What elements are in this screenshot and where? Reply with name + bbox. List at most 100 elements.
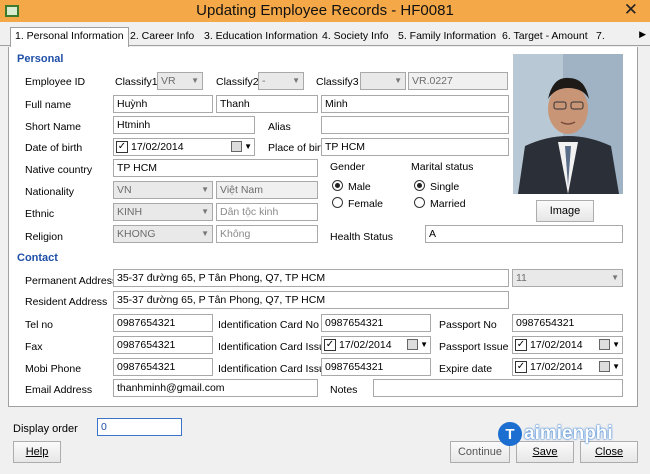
classify3-select[interactable]: ▼	[360, 72, 406, 90]
idcard-place-field[interactable]: 0987654321	[321, 358, 431, 376]
close-window-icon[interactable]: ✕	[624, 0, 638, 20]
last-name-field[interactable]: Huỳnh	[113, 95, 213, 113]
ethnic-label: Ethnic	[25, 208, 55, 220]
calendar-icon[interactable]	[599, 339, 610, 350]
tel-field[interactable]: 0987654321	[113, 314, 213, 332]
idcard-place-label: Identification Card Issue Place	[218, 363, 322, 375]
dob-label: Date of birth	[25, 142, 83, 154]
gender-male-label: Male	[348, 181, 371, 193]
religion-select[interactable]: KHONG ▼	[113, 225, 213, 243]
employee-id-field[interactable]: VR.0227	[408, 72, 508, 90]
passport-issue-label: Passport Issue Da	[439, 341, 513, 353]
fax-label: Fax	[25, 341, 43, 353]
idcard-issue-picker[interactable]: ✓ 17/02/2014 ▼	[321, 336, 431, 354]
resident-address-field[interactable]: 35-37 đường 65, P Tân Phong, Q7, TP HCM	[113, 291, 509, 309]
ethnic-select[interactable]: KINH ▼	[113, 203, 213, 221]
permanent-address-field[interactable]: 35-37 đường 65, P Tân Phong, Q7, TP HCM	[113, 269, 509, 287]
short-name-label: Short Name	[25, 121, 82, 133]
ethnic-name-field[interactable]: Dân tộc kinh	[216, 203, 318, 221]
marital-married-radio[interactable]	[414, 197, 425, 208]
calendar-icon[interactable]	[231, 141, 242, 152]
resident-address-label: Resident Address	[25, 296, 108, 308]
tab-bar: 1. Personal Information 2. Career Info 3…	[0, 26, 650, 47]
classify1-label: Classify1	[115, 76, 158, 88]
expire-label: Expire date	[439, 363, 493, 375]
idcard-label: Identification Card No	[218, 319, 319, 331]
classify2-select[interactable]: - ▼	[258, 72, 304, 90]
gender-female-label: Female	[348, 198, 384, 210]
chevron-down-icon[interactable]: ▼	[612, 359, 620, 375]
tab-career-info[interactable]: 2. Career Info	[126, 28, 198, 46]
permanent-area-select[interactable]: 11 ▼	[512, 269, 623, 287]
gender-female-radio[interactable]	[332, 197, 343, 208]
mobi-field[interactable]: 0987654321	[113, 358, 213, 376]
notes-label: Notes	[330, 384, 358, 396]
permanent-address-label: Permanent Address	[25, 275, 118, 287]
passport-field[interactable]: 0987654321	[512, 314, 623, 332]
display-order-label: Display order	[13, 423, 78, 435]
passport-issue-picker[interactable]: ✓ 17/02/2014 ▼	[512, 336, 623, 354]
email-field[interactable]: thanhminh@gmail.com	[113, 379, 318, 397]
classify2-label: Classify2	[216, 76, 259, 88]
nationality-select[interactable]: VN ▼	[113, 181, 213, 199]
passport-label: Passport No	[439, 319, 497, 331]
tab-society-info[interactable]: 4. Society Info	[318, 28, 393, 46]
calendar-icon[interactable]	[407, 339, 418, 350]
chevron-down-icon[interactable]: ▼	[612, 337, 620, 353]
title-bar: Updating Employee Records - HF0081 ✕	[0, 0, 650, 22]
tab-education-information[interactable]: 3. Education Information	[200, 28, 322, 46]
native-label: Native country	[25, 164, 93, 176]
image-button[interactable]: Image	[536, 200, 594, 222]
svg-text:T: T	[505, 426, 514, 443]
passport-issue-checkbox[interactable]: ✓	[515, 339, 527, 351]
gender-male-radio[interactable]	[332, 180, 343, 191]
chevron-down-icon[interactable]: ▼	[420, 337, 428, 353]
religion-label: Religion	[25, 231, 63, 243]
idcard-issue-label: Identification Card Issue D	[218, 341, 322, 353]
middle-name-field[interactable]: Thanh	[216, 95, 318, 113]
native-field[interactable]: TP HCM	[113, 159, 318, 177]
tab-personal-information[interactable]: 1. Personal Information	[10, 27, 129, 47]
idcard-issue-checkbox[interactable]: ✓	[324, 339, 336, 351]
chevron-down-icon[interactable]: ▼	[244, 139, 252, 155]
calendar-icon[interactable]	[599, 361, 610, 372]
tab-target-amount[interactable]: 6. Target - Amount	[498, 28, 592, 46]
marital-single-radio[interactable]	[414, 180, 425, 191]
tab-7[interactable]: 7.	[592, 28, 609, 46]
employee-id-label: Employee ID	[25, 76, 86, 88]
personal-info-panel: Personal Employee ID Classify1 VR ▼ Class…	[8, 47, 638, 407]
nationality-label: Nationality	[25, 186, 75, 198]
dob-checkbox[interactable]: ✓	[116, 141, 128, 153]
alias-field[interactable]	[321, 116, 509, 134]
expire-checkbox[interactable]: ✓	[515, 361, 527, 373]
help-button[interactable]: Help	[13, 441, 61, 463]
health-field[interactable]: A	[425, 225, 623, 243]
pob-field[interactable]: TP HCM	[321, 138, 509, 156]
health-label: Health Status	[330, 231, 394, 243]
marital-married-label: Married	[430, 198, 466, 210]
display-order-field[interactable]: 0	[97, 418, 182, 436]
idcard-field[interactable]: 0987654321	[321, 314, 431, 332]
nationality-name-field[interactable]: Việt Nam	[216, 181, 318, 199]
employee-photo	[513, 54, 623, 194]
tab-family-information[interactable]: 5. Family Information	[394, 28, 500, 46]
alias-label: Alias	[268, 121, 291, 133]
watermark-text: aimienphi	[524, 423, 613, 444]
notes-field[interactable]	[373, 379, 623, 397]
mobi-label: Mobi Phone	[25, 363, 82, 375]
religion-name-field[interactable]: Không	[216, 225, 318, 243]
marital-single-label: Single	[430, 181, 460, 193]
gender-label: Gender	[330, 161, 366, 173]
email-label: Email Address	[25, 384, 93, 396]
tel-label: Tel no	[25, 319, 54, 331]
expire-picker[interactable]: ✓ 17/02/2014 ▼	[512, 358, 623, 376]
tab-scroll-right-icon[interactable]: ▶	[639, 29, 646, 40]
short-name-field[interactable]: Htminh	[113, 116, 255, 134]
classify1-select[interactable]: VR ▼	[157, 72, 203, 90]
marital-label: Marital status	[411, 161, 474, 173]
first-name-field[interactable]: Minh	[321, 95, 509, 113]
classify3-label: Classify3	[316, 76, 359, 88]
dob-picker[interactable]: ✓ 17/02/2014 ▼	[113, 138, 255, 156]
fax-field[interactable]: 0987654321	[113, 336, 213, 354]
personal-heading: Personal	[17, 53, 64, 65]
